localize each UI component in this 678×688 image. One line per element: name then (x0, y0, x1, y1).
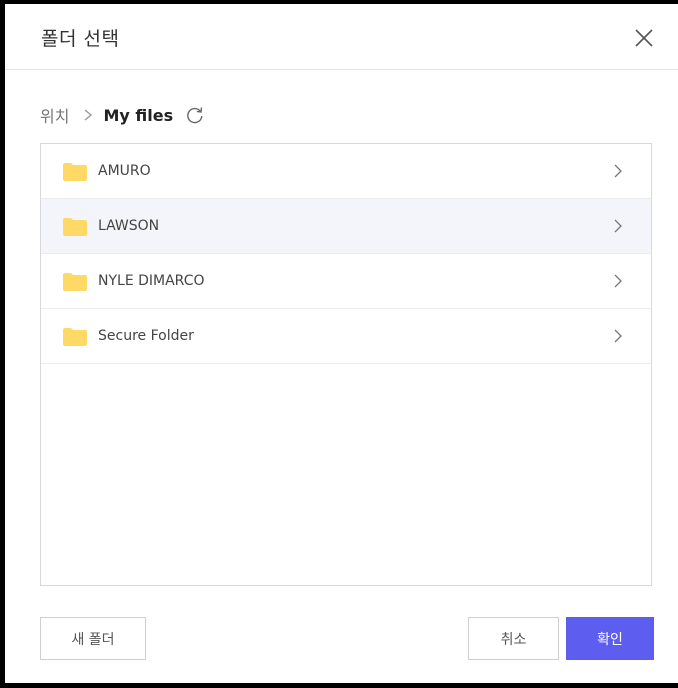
chevron-right-icon (614, 164, 622, 178)
folder-list: AMURO LAWSON NYLE DIMARCO Secure Folder (40, 143, 652, 586)
new-folder-button[interactable]: 새 폴더 (40, 617, 146, 660)
breadcrumb-root[interactable]: 위치 (40, 103, 69, 127)
folder-row-secure-folder[interactable]: Secure Folder (41, 309, 651, 364)
breadcrumb-current: My files (103, 105, 174, 125)
cancel-button[interactable]: 취소 (468, 617, 559, 660)
folder-row-lawson[interactable]: LAWSON (41, 199, 651, 254)
breadcrumb: 위치 My files (40, 100, 205, 130)
folder-name: NYLE DIMARCO (98, 273, 205, 289)
folder-icon (63, 273, 87, 291)
folder-icon (63, 328, 87, 346)
chevron-right-icon (614, 329, 622, 343)
chevron-right-icon (614, 219, 622, 233)
chevron-right-icon (83, 108, 93, 122)
folder-icon (63, 163, 87, 181)
close-button[interactable] (630, 24, 658, 52)
folder-icon (63, 218, 87, 236)
refresh-button[interactable] (185, 105, 205, 125)
close-icon (635, 29, 653, 47)
refresh-icon (187, 107, 203, 124)
confirm-button[interactable]: 확인 (566, 617, 654, 660)
chevron-right-icon (614, 274, 622, 288)
folder-name: AMURO (98, 163, 151, 179)
folder-select-dialog: 폴더 선택 위치 My files AMURO LAWSON NYLE DIMA… (0, 0, 678, 688)
folder-row-amuro[interactable]: AMURO (41, 144, 651, 199)
dialog-header: 폴더 선택 (5, 4, 678, 70)
folder-name: LAWSON (98, 218, 160, 234)
dialog-title: 폴더 선택 (41, 28, 120, 50)
folder-name: Secure Folder (98, 328, 194, 344)
folder-row-nyle-dimarco[interactable]: NYLE DIMARCO (41, 254, 651, 309)
